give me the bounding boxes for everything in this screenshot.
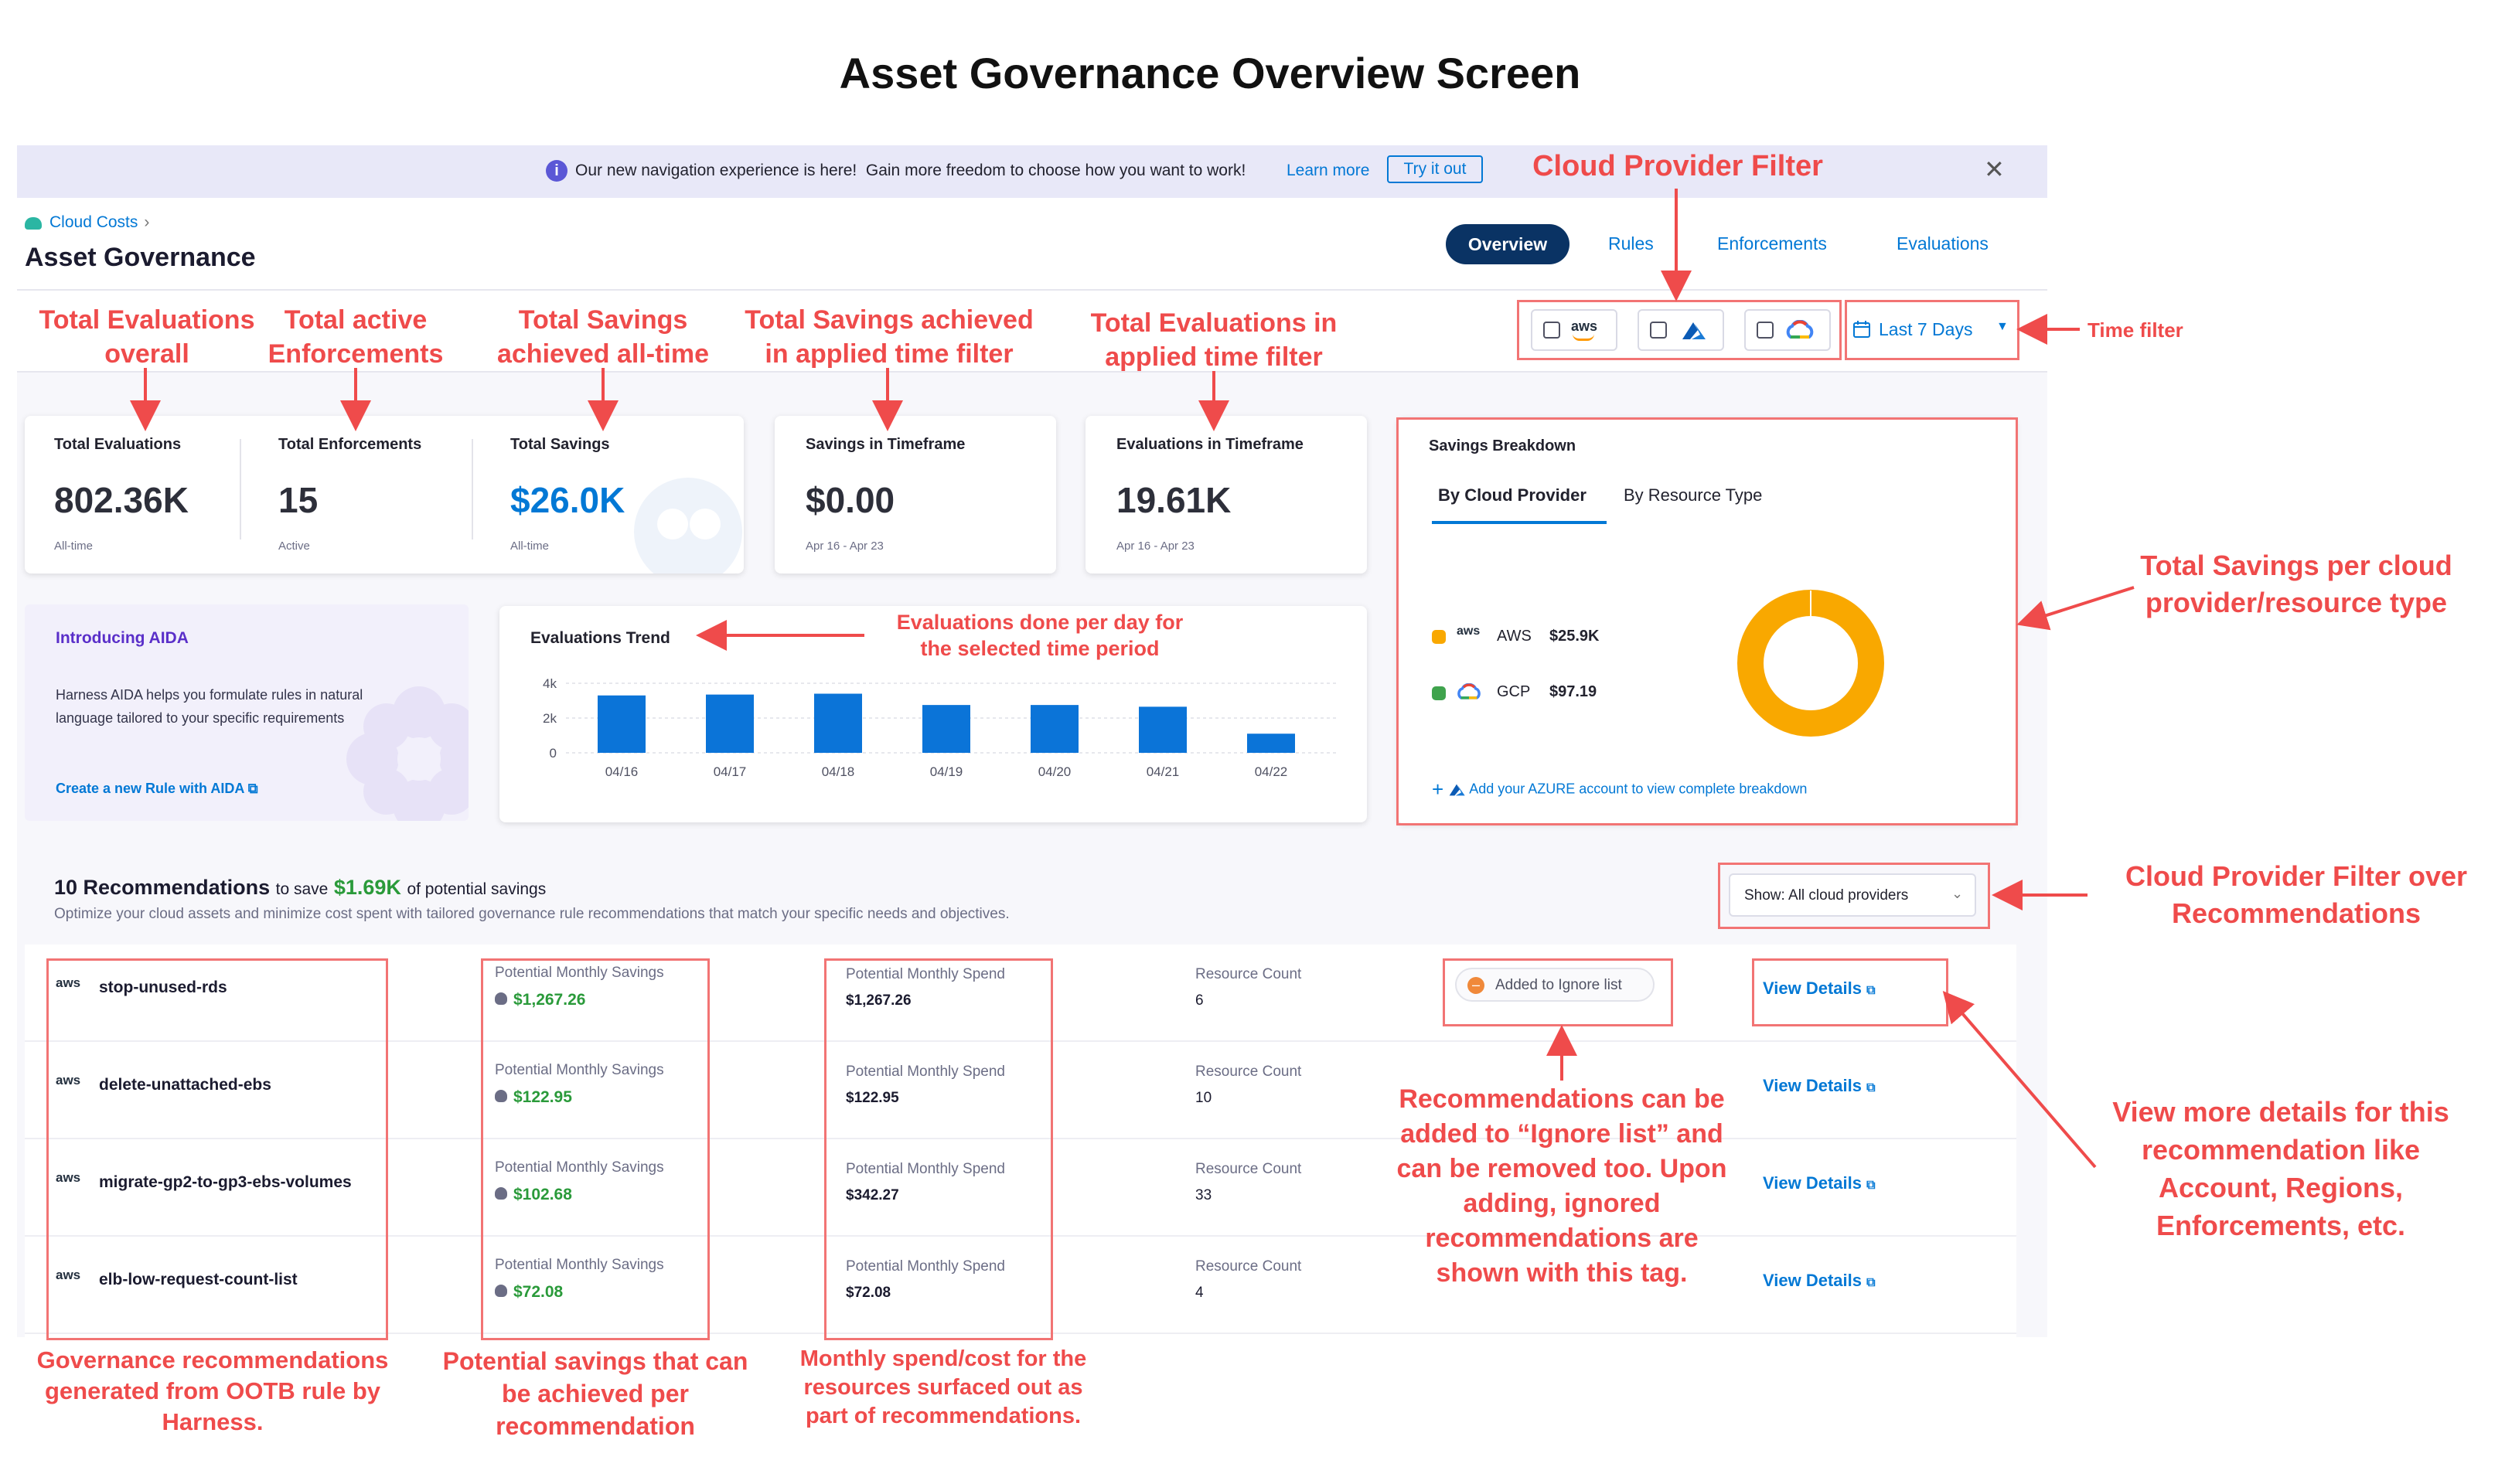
annotation-arrows (130, 189, 2135, 1169)
